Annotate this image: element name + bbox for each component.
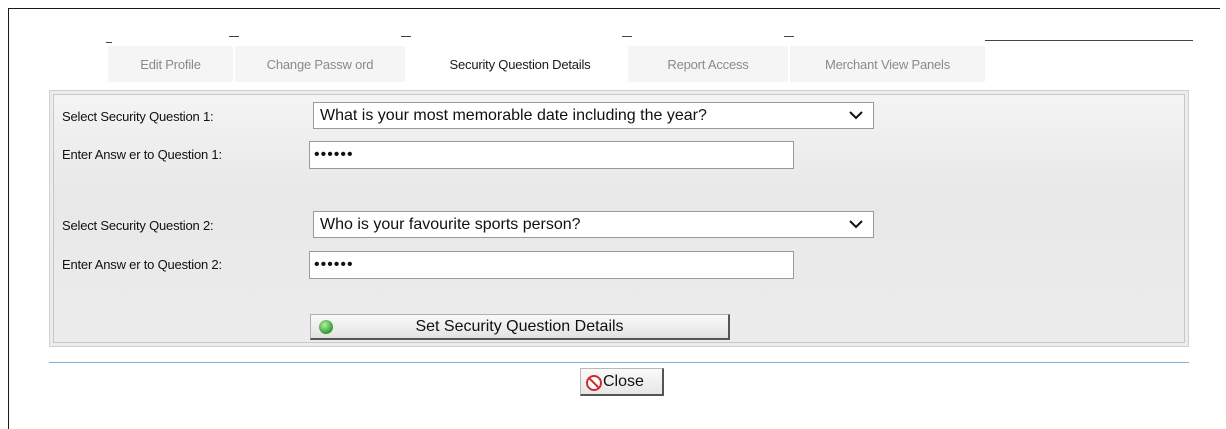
- question-1-select[interactable]: What is your most memorable date includi…: [313, 102, 874, 129]
- no-entry-icon: [586, 375, 602, 391]
- question-2-label: Select Security Question 2:: [62, 218, 214, 233]
- question-1-label: Select Security Question 1:: [62, 109, 214, 124]
- tab-merchant-view-panels[interactable]: Merchant View Panels: [790, 46, 985, 82]
- tab-divider: [229, 36, 239, 37]
- tab-label: Edit Profile: [140, 57, 201, 72]
- set-security-questions-label: Set Security Question Details: [415, 318, 624, 335]
- tab-divider: [401, 36, 411, 37]
- answer-2-label: Enter Answ er to Question 2:: [62, 257, 222, 272]
- question-1-value: What is your most memorable date includi…: [320, 107, 707, 124]
- tab-label: Merchant View Panels: [824, 57, 951, 72]
- question-2-value: Who is your favourite sports person?: [320, 216, 581, 233]
- tab-report-access[interactable]: Report Access: [628, 36, 794, 82]
- tab-label: Report Access: [667, 57, 749, 72]
- tab-divider: [106, 42, 112, 43]
- tab-label: Security Question Details: [449, 57, 591, 72]
- footer-divider: [49, 362, 1189, 363]
- close-button[interactable]: Close: [580, 368, 664, 396]
- tab-change-password[interactable]: Change Passw ord: [235, 36, 411, 82]
- close-label: Close: [603, 373, 644, 390]
- chevron-down-icon: [849, 111, 863, 120]
- set-security-questions-button[interactable]: Set Security Question Details: [310, 314, 730, 340]
- question-2-select[interactable]: Who is your favourite sports person?: [313, 211, 874, 238]
- chevron-down-icon: [849, 220, 863, 229]
- check-circle-icon: [319, 320, 333, 334]
- answer-1-label: Enter Answ er to Question 1:: [62, 147, 222, 162]
- tab-label: Change Passw ord: [266, 57, 374, 72]
- answer-2-field[interactable]: ••••••: [309, 251, 794, 279]
- tab-divider: [622, 36, 632, 37]
- tab-divider: [784, 36, 794, 37]
- tab-bar: Edit Profile Change Passw ord Security Q…: [98, 36, 1198, 82]
- tab-edit-profile[interactable]: Edit Profile: [108, 36, 239, 82]
- tab-security-question-details[interactable]: Security Question Details: [414, 36, 632, 82]
- answer-1-field[interactable]: ••••••: [309, 141, 794, 169]
- tab-divider: [985, 40, 1193, 41]
